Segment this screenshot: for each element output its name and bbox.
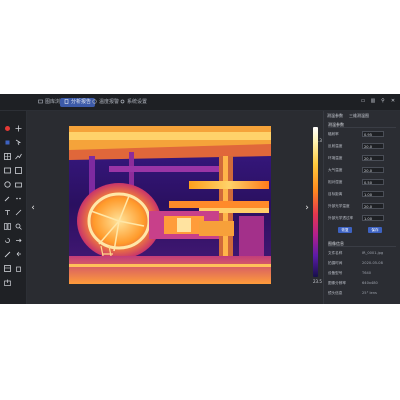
close-icon[interactable]: ✕	[390, 98, 396, 104]
info-value: 2020-05-08	[362, 261, 383, 265]
divider	[328, 246, 396, 247]
pointer-icon[interactable]	[15, 131, 22, 146]
image-icon[interactable]	[4, 159, 11, 174]
trash-icon[interactable]	[15, 257, 22, 272]
info-value: 640x480	[362, 281, 378, 285]
restore-button[interactable]: 恢复	[338, 227, 352, 233]
grid-icon[interactable]	[4, 145, 11, 160]
param-label: 相对湿度	[328, 180, 343, 184]
param-row: 反射温度 20.0	[328, 143, 398, 150]
brush-icon[interactable]	[4, 243, 11, 258]
param-row: 辐射率 0.95	[328, 131, 398, 138]
param-label: 外部光学温度	[328, 204, 350, 208]
window-controls: ▭ ▥ ⚲ ✕	[360, 98, 396, 104]
param-input[interactable]: 20.0	[362, 167, 384, 173]
info-row: 拍摄时间 2020-05-08	[328, 260, 398, 267]
settings-icon[interactable]: ▥	[370, 98, 376, 104]
param-label: 目标距离	[328, 192, 343, 196]
alarm-icon	[92, 99, 97, 104]
panel-tabs: 测温参数 三维测温图	[327, 113, 369, 119]
info-row: 镜头信息 25° lens	[328, 290, 398, 297]
folder-icon	[38, 99, 43, 104]
undo-icon[interactable]	[15, 243, 22, 257]
table-icon[interactable]	[4, 257, 11, 272]
camera-icon[interactable]	[15, 173, 22, 188]
panel-tab-params[interactable]: 测温参数	[327, 113, 343, 119]
minimize-icon[interactable]: ▭	[360, 98, 366, 104]
palette-icon[interactable]	[4, 173, 11, 188]
info-label: 拍摄时间	[328, 261, 343, 265]
param-input[interactable]: 20.0	[362, 143, 384, 149]
export-icon[interactable]	[4, 271, 11, 286]
right-panel: 测温参数 三维测温图 测温参数 辐射率 0.95 反射温度 20.0 环境温度 20.…	[323, 111, 400, 304]
param-label: 辐射率	[328, 132, 339, 136]
tab-label: 系统设置	[127, 99, 148, 105]
param-input[interactable]: 20.0	[362, 155, 384, 161]
param-row: 外部光学温度 20.0	[328, 203, 398, 210]
rotate-icon[interactable]	[4, 229, 11, 243]
info-row: 设备型号 T640	[328, 270, 398, 277]
prev-image-icon[interactable]: ‹	[29, 203, 37, 213]
info-row: 文件名称 IR_0001.jpg	[328, 250, 398, 257]
left-toolbar	[0, 111, 27, 304]
thermal-picture	[69, 126, 271, 284]
text-icon[interactable]	[4, 201, 11, 215]
info-value: IR_0001.jpg	[362, 251, 384, 255]
next-image-icon[interactable]: ›	[303, 203, 311, 213]
param-label: 反射温度	[328, 144, 343, 148]
param-label: 外部光学透过率	[328, 216, 354, 220]
param-label: 环境温度	[328, 156, 343, 160]
param-row: 环境温度 20.0	[328, 155, 398, 162]
thermal-image[interactable]	[69, 126, 271, 284]
param-input[interactable]: 1.00	[362, 191, 384, 197]
temperature-scale-bar	[313, 127, 318, 277]
param-row: 外部光学透过率 1.00	[328, 215, 398, 222]
param-input[interactable]: 0.50	[362, 179, 384, 185]
param-row: 大气温度 20.0	[328, 167, 398, 174]
cursor-icon[interactable]	[4, 131, 11, 145]
param-row: 相对湿度 0.50	[328, 179, 398, 186]
chart-icon[interactable]	[15, 145, 22, 160]
zoom-icon[interactable]	[15, 215, 22, 230]
info-value: 25° lens	[362, 291, 377, 295]
panel-tab-3d[interactable]: 三维测温图	[349, 113, 369, 119]
record-icon[interactable]	[4, 117, 11, 131]
app-window: 图库浏览 分析报告 温度报警 系统设置 ▭ ▥ ⚲ ✕ ‹ › 23.5 测温参…	[0, 94, 400, 304]
info-row: 图像分辨率 640x480	[328, 280, 398, 287]
report-icon	[64, 99, 69, 104]
eyedropper-icon[interactable]	[4, 187, 11, 202]
gear-icon	[120, 99, 125, 104]
dots-icon[interactable]	[15, 187, 22, 200]
divider	[328, 127, 396, 128]
scale-min-label: 23.5	[313, 279, 322, 284]
param-input[interactable]: 1.00	[362, 215, 384, 221]
restore-icon[interactable]: ⚲	[380, 98, 386, 104]
pen-icon[interactable]	[15, 201, 22, 216]
top-bar: 图库浏览 分析报告 温度报警 系统设置 ▭ ▥ ⚲ ✕	[0, 94, 400, 111]
info-label: 文件名称	[328, 251, 343, 255]
flip-icon[interactable]	[15, 229, 22, 243]
save-button[interactable]: 保存	[368, 227, 382, 233]
crosshair-icon[interactable]	[15, 117, 22, 132]
image-viewer: ‹ › 23.5	[27, 111, 323, 304]
info-value: T640	[362, 271, 372, 275]
info-label: 图像分辨率	[328, 281, 346, 285]
compare-icon[interactable]	[4, 215, 11, 230]
tab-settings[interactable]: 系统设置	[116, 98, 151, 107]
param-row: 目标距离 1.00	[328, 191, 398, 198]
param-label: 大气温度	[328, 168, 343, 172]
info-label: 镜头信息	[328, 291, 343, 295]
line-icon[interactable]	[15, 159, 22, 174]
param-input[interactable]: 0.95	[362, 131, 384, 137]
param-input[interactable]: 20.0	[362, 203, 384, 209]
info-label: 设备型号	[328, 271, 343, 275]
